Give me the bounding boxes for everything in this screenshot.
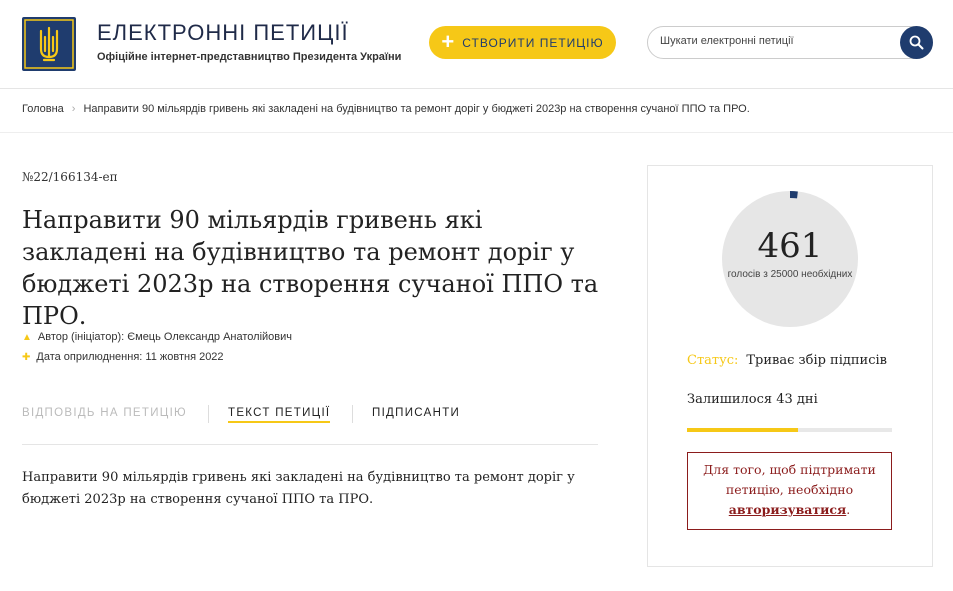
breadcrumb: Головна › Направити 90 мільярдів гривень я… xyxy=(22,103,750,115)
status-value: Триває збір підписів xyxy=(746,353,887,368)
petition-title: Направити 90 мільярдів гривень які закла… xyxy=(22,206,599,330)
vote-caption: голосів з 25000 необхідних xyxy=(727,269,853,280)
time-progress-bar xyxy=(687,428,892,432)
tabs-divider xyxy=(22,444,598,445)
chevron-right-icon: › xyxy=(71,103,76,115)
petition-date: ✚ Дата оприлюднення: 11 жовтня 2022 xyxy=(22,351,224,363)
create-petition-button[interactable]: + СТВОРИТИ ПЕТИЦІЮ xyxy=(429,26,616,59)
breadcrumb-divider xyxy=(0,132,953,133)
auth-notice: Для того, щоб підтримати петицію, необхі… xyxy=(687,452,892,530)
trident-icon[interactable] xyxy=(22,17,76,71)
auth-link[interactable]: авторизуватися xyxy=(729,502,847,517)
plus-small-icon: ✚ xyxy=(22,352,31,363)
vote-count: 461 xyxy=(757,226,823,266)
petition-author: ▲ Автор (ініціатор): Ємець Олександр Анат… xyxy=(22,331,292,343)
plus-icon: + xyxy=(441,28,456,54)
auth-end: . xyxy=(846,502,851,517)
tab-divider xyxy=(352,405,353,423)
breadcrumb-home[interactable]: Головна xyxy=(22,103,64,115)
petition-body: Направити 90 мільярдів гривень які закла… xyxy=(22,470,575,507)
petition-sidebar: 461 голосів з 25000 необхідних Статус: Тр… xyxy=(647,165,933,567)
tab-signers[interactable]: ПІДПИСАНТИ xyxy=(372,407,460,419)
petition-tabs: ВІДПОВІДЬ НА ПЕТИЦІЮ ТЕКСТ ПЕТИЦІЇ ПІДПИ… xyxy=(22,405,598,445)
site-title[interactable]: ЕЛЕКТРОННІ ПЕТИЦІЇ xyxy=(97,20,349,46)
tab-petition-text[interactable]: ТЕКСТ ПЕТИЦІЇ xyxy=(228,407,331,423)
petition-number: №22/166134-еп xyxy=(22,170,118,184)
time-progress-fill xyxy=(687,428,798,432)
header-divider xyxy=(0,88,953,89)
petition-status: Статус: Триває збір підписів xyxy=(687,353,887,368)
site-subtitle: Офіційне інтернет-представництво Президе… xyxy=(97,51,402,63)
search-button[interactable] xyxy=(900,26,933,59)
petition-date-text: Дата оприлюднення: 11 жовтня 2022 xyxy=(36,351,224,363)
search-input[interactable] xyxy=(660,35,890,47)
status-label: Статус: xyxy=(687,353,739,368)
search-box xyxy=(647,26,933,59)
magnifier-icon xyxy=(909,35,924,50)
tab-divider xyxy=(208,405,209,423)
vote-counter: 461 голосів з 25000 необхідних xyxy=(721,190,859,328)
site-header: ЕЛЕКТРОННІ ПЕТИЦІЇ Офіційне інтернет-пре… xyxy=(0,0,953,88)
petition-author-text: Автор (ініціатор): Ємець Олександр Анато… xyxy=(37,331,293,343)
create-petition-label: СТВОРИТИ ПЕТИЦІЮ xyxy=(462,35,604,50)
auth-text: Для того, щоб підтримати петицію, необхі… xyxy=(703,462,876,497)
breadcrumb-current: Направити 90 мільярдів гривень які закла… xyxy=(83,103,750,115)
person-icon: ▲ xyxy=(22,332,32,343)
days-left: Залишилося 43 дні xyxy=(687,392,818,407)
tab-answer[interactable]: ВІДПОВІДЬ НА ПЕТИЦІЮ xyxy=(22,407,187,419)
